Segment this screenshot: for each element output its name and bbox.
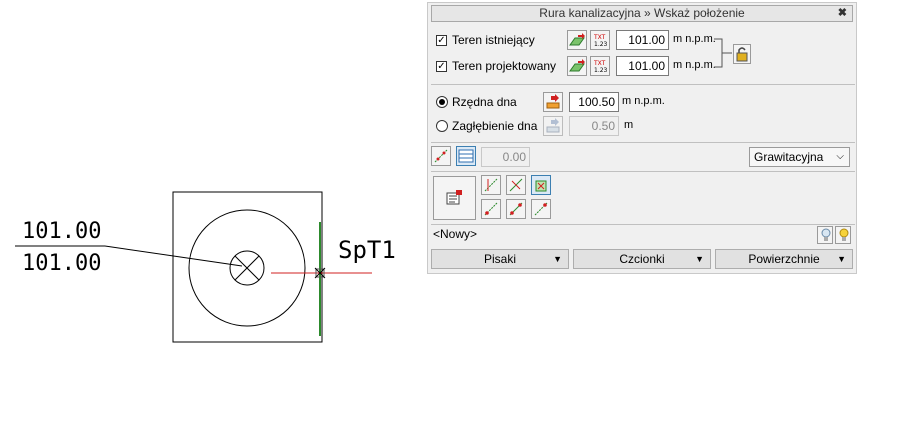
depth-pick-icon	[546, 118, 560, 133]
line-end-icon	[534, 202, 548, 216]
txt-123-icon: TXT 1.23	[593, 60, 608, 74]
bottom-level-label: Rzędna dna	[452, 95, 517, 109]
insert-point-icon	[484, 178, 498, 192]
name-field[interactable]: <Nowy>	[433, 227, 477, 241]
bottom-level-text: 101.00	[22, 251, 101, 276]
triangle-down-icon: ▼	[837, 254, 846, 264]
bottom-level-field[interactable]: 100.50	[569, 92, 619, 112]
panel-titlebar: Rura kanalizacyjna » Wskaż położenie ✖	[431, 5, 853, 22]
close-icon[interactable]: ✖	[838, 6, 847, 21]
table-icon	[458, 149, 474, 163]
terrain-pick-icon	[569, 59, 585, 72]
terrain-designed-pick-button[interactable]	[567, 56, 587, 76]
pens-button[interactable]: Pisaki ▼	[431, 249, 569, 269]
flow-type-value: Grawitacyjna	[754, 150, 824, 164]
separator	[431, 84, 855, 85]
slope-table-button[interactable]	[456, 146, 476, 166]
txt-123-icon: TXT 1.23	[593, 34, 608, 48]
pens-label: Pisaki	[483, 252, 516, 266]
line-start-icon	[484, 202, 498, 216]
bottom-level-unit: m n.p.m.	[622, 95, 665, 107]
lock-button[interactable]	[733, 44, 751, 64]
triangle-down-icon: ▼	[553, 254, 562, 264]
terrain-designed-unit: m n.p.m.	[673, 59, 716, 71]
separator	[431, 142, 855, 143]
terrain-existing-field[interactable]: 101.00	[616, 30, 669, 50]
delete-node-icon	[535, 180, 547, 192]
svg-text:TXT: TXT	[593, 60, 606, 67]
depth-label: Zagłębienie dna	[452, 119, 538, 133]
bottom-level-pick-button[interactable]	[543, 92, 563, 112]
tool-line-a-button[interactable]	[481, 199, 501, 219]
bulb-icon	[821, 228, 831, 241]
tool-line-c-button[interactable]	[531, 199, 551, 219]
terrain-pick-button[interactable]	[567, 30, 587, 50]
flow-type-select[interactable]: Grawitacyjna ⌵	[749, 147, 850, 167]
tool-line-b-button[interactable]	[506, 199, 526, 219]
top-level-text: 101.00	[22, 219, 101, 244]
properties-button[interactable]	[433, 176, 476, 220]
depth-unit: m	[624, 119, 634, 131]
triangle-down-icon: ▼	[695, 254, 704, 264]
bulb-on-button[interactable]	[835, 226, 851, 244]
slope-line-button[interactable]	[431, 146, 451, 166]
bottom-level-radio[interactable]	[436, 96, 448, 108]
depth-field[interactable]: 0.50	[569, 116, 619, 136]
depth-radio[interactable]	[436, 120, 448, 132]
tool-cut-button[interactable]	[506, 175, 526, 195]
tool-insert-button[interactable]	[481, 175, 501, 195]
terrain-designed-text-button[interactable]: TXT 1.23	[590, 56, 610, 76]
terrain-designed-field[interactable]: 101.00	[616, 56, 669, 76]
terrain-existing-unit: m n.p.m.	[673, 33, 716, 45]
svg-text:TXT: TXT	[593, 34, 606, 41]
level-pick-icon	[546, 94, 560, 109]
surfaces-button[interactable]: Powierzchnie ▼	[715, 249, 853, 269]
terrain-text-button[interactable]: TXT 1.23	[590, 30, 610, 50]
line-both-icon	[509, 202, 523, 216]
svg-text:1.23: 1.23	[594, 41, 608, 48]
terrain-existing-label: Teren istniejący	[452, 33, 535, 47]
svg-text:1.23: 1.23	[594, 67, 608, 74]
tool-delete-button[interactable]	[531, 175, 551, 195]
bulb-on-icon	[839, 228, 849, 241]
fonts-label: Czcionki	[619, 252, 665, 266]
terrain-designed-label: Teren projektowany	[452, 59, 557, 73]
panel-title: Rura kanalizacyjna » Wskaż położenie	[539, 6, 745, 20]
bulb-off-button[interactable]	[817, 226, 833, 244]
separator	[431, 224, 855, 225]
terrain-pick-icon	[569, 33, 585, 46]
chevron-down-icon: ⌵	[836, 151, 844, 162]
fonts-button[interactable]: Czcionki ▼	[573, 249, 711, 269]
slope-field[interactable]: 0.00	[481, 147, 530, 167]
pipe-panel: Rura kanalizacyjna » Wskaż położenie ✖ ✓…	[427, 2, 857, 274]
node-label-text: SpT1	[338, 236, 396, 264]
cut-line-icon	[509, 178, 523, 192]
lock-icon	[736, 47, 748, 62]
slope-line-icon	[434, 149, 448, 163]
depth-pick-button[interactable]	[543, 116, 563, 136]
separator	[431, 171, 855, 172]
terrain-designed-checkbox[interactable]: ✓	[436, 61, 447, 72]
terrain-existing-checkbox[interactable]: ✓	[436, 35, 447, 46]
properties-icon	[446, 190, 462, 205]
surfaces-label: Powierzchnie	[748, 252, 820, 266]
